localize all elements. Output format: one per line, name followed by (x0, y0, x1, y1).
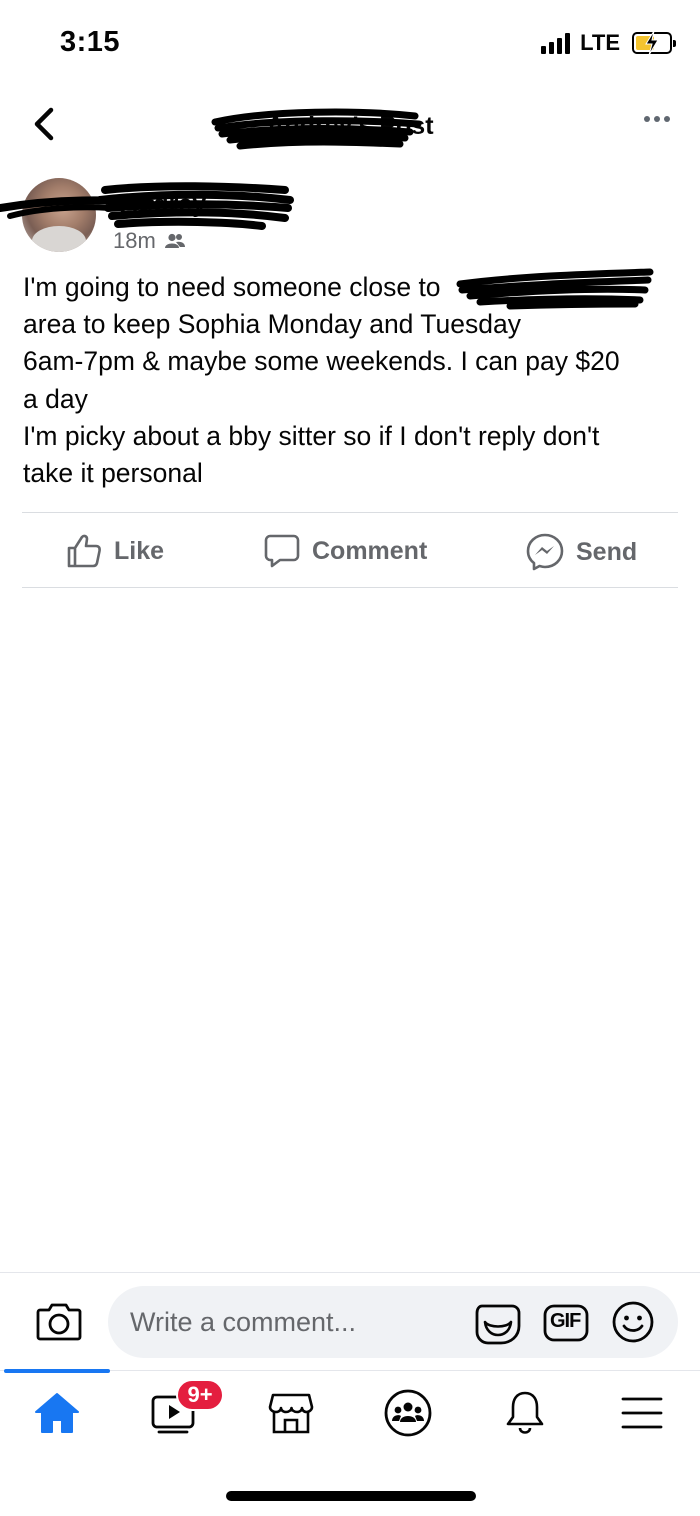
redaction-scribble (211, 108, 422, 150)
like-button[interactable]: Like (66, 533, 164, 569)
camera-button[interactable] (36, 1301, 82, 1346)
tab-marketplace[interactable] (263, 1385, 319, 1441)
bell-icon (506, 1391, 544, 1434)
post-text-line: 6am-7pm & maybe some weekends. I can pay… (23, 346, 620, 377)
home-indicator[interactable] (226, 1491, 476, 1501)
divider (22, 587, 678, 588)
thumbs-up-icon (67, 534, 101, 568)
dot-icon (644, 116, 650, 122)
dot-icon (654, 116, 660, 122)
battery-charging-icon (632, 31, 676, 55)
messenger-icon (526, 533, 564, 571)
comment-input-pill[interactable]: GIF (108, 1286, 678, 1358)
comment-button[interactable]: Comment (264, 533, 427, 569)
watch-notification-badge: 9+ (176, 1379, 224, 1411)
dot-icon (664, 116, 670, 122)
more-options-button[interactable] (644, 116, 670, 122)
friends-audience-icon (164, 233, 185, 248)
groups-icon (384, 1389, 432, 1437)
gif-button[interactable]: GIF (543, 1304, 589, 1347)
network-label: LTE (580, 30, 620, 55)
tab-home[interactable] (29, 1385, 85, 1441)
post-text-line: I'm picky about a bby sitter so if I don… (23, 420, 600, 451)
redaction-scribble (456, 268, 654, 310)
post-text-line: a day (23, 383, 88, 414)
status-time: 3:15 (60, 26, 121, 58)
status-bar: 3:15 LTE (0, 0, 700, 90)
post-header-bar: Audrey's Post (0, 90, 700, 166)
comment-input[interactable] (130, 1304, 460, 1340)
smiley-icon (612, 1301, 654, 1343)
gif-label: GIF (550, 1310, 581, 1332)
comment-composer: GIF (0, 1272, 700, 1370)
like-label: Like (114, 536, 165, 565)
post-text-line: take it personal (23, 458, 203, 489)
marketplace-icon (268, 1393, 314, 1434)
home-icon (35, 1393, 79, 1433)
post-actions: Like Comment Send (22, 513, 678, 587)
sticker-icon (475, 1304, 521, 1345)
tab-notifications[interactable] (497, 1385, 553, 1441)
cellular-signal-icon (541, 32, 571, 54)
post-time[interactable]: 18m (113, 228, 156, 254)
comment-bubble-icon (264, 534, 300, 568)
send-button[interactable]: Send (526, 533, 637, 571)
hamburger-menu-icon (621, 1397, 663, 1429)
emoji-button[interactable] (611, 1300, 655, 1349)
status-indicators: LTE (541, 30, 676, 56)
tab-groups[interactable] (380, 1385, 436, 1441)
post-meta: 18m (113, 228, 186, 254)
sticker-button[interactable] (474, 1300, 522, 1351)
send-label: Send (576, 537, 638, 566)
comment-label: Comment (312, 536, 428, 565)
active-tab-indicator (4, 1369, 110, 1373)
bottom-tab-bar: 9+ (0, 1369, 700, 1450)
tab-menu[interactable] (614, 1385, 670, 1441)
camera-icon (36, 1303, 82, 1341)
